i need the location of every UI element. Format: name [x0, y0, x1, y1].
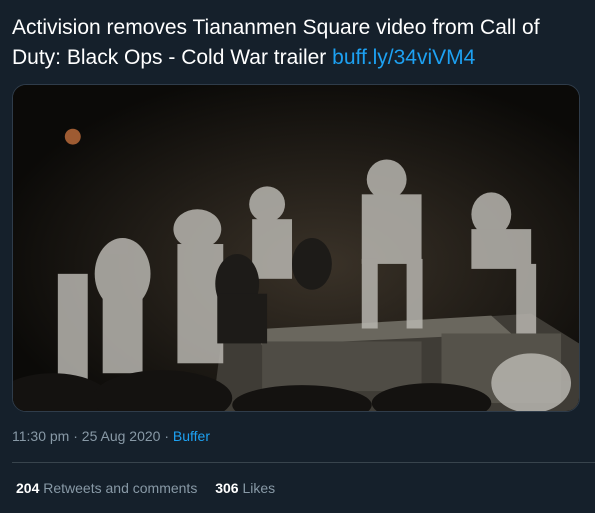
meta-separator: · — [73, 428, 78, 444]
tweet-source-link[interactable]: Buffer — [173, 428, 210, 444]
likes-count: 306 — [215, 480, 239, 496]
retweets-stat[interactable]: 204 Retweets and comments — [16, 480, 197, 496]
tweet-text: Activision removes Tiananmen Square vide… — [12, 13, 572, 73]
tweet: Activision removes Tiananmen Square vide… — [0, 0, 595, 513]
retweets-count: 204 — [16, 480, 40, 496]
tweet-link[interactable]: buff.ly/34viVM4 — [332, 46, 475, 69]
tweet-date[interactable]: 25 Aug 2020 — [82, 428, 161, 444]
tweet-meta: 11:30 pm · 25 Aug 2020 · Buffer — [12, 428, 210, 444]
tweet-media-image[interactable] — [12, 84, 580, 412]
likes-label: Likes — [242, 480, 276, 496]
retweets-label: Retweets and comments — [43, 480, 198, 496]
tweet-time[interactable]: 11:30 pm — [12, 428, 69, 444]
tweet-stats: 204 Retweets and comments 306 Likes — [16, 480, 289, 496]
photo-crowd-on-vehicle — [13, 85, 579, 411]
divider — [12, 462, 595, 463]
meta-separator: · — [164, 428, 169, 444]
likes-stat[interactable]: 306 Likes — [215, 480, 275, 496]
